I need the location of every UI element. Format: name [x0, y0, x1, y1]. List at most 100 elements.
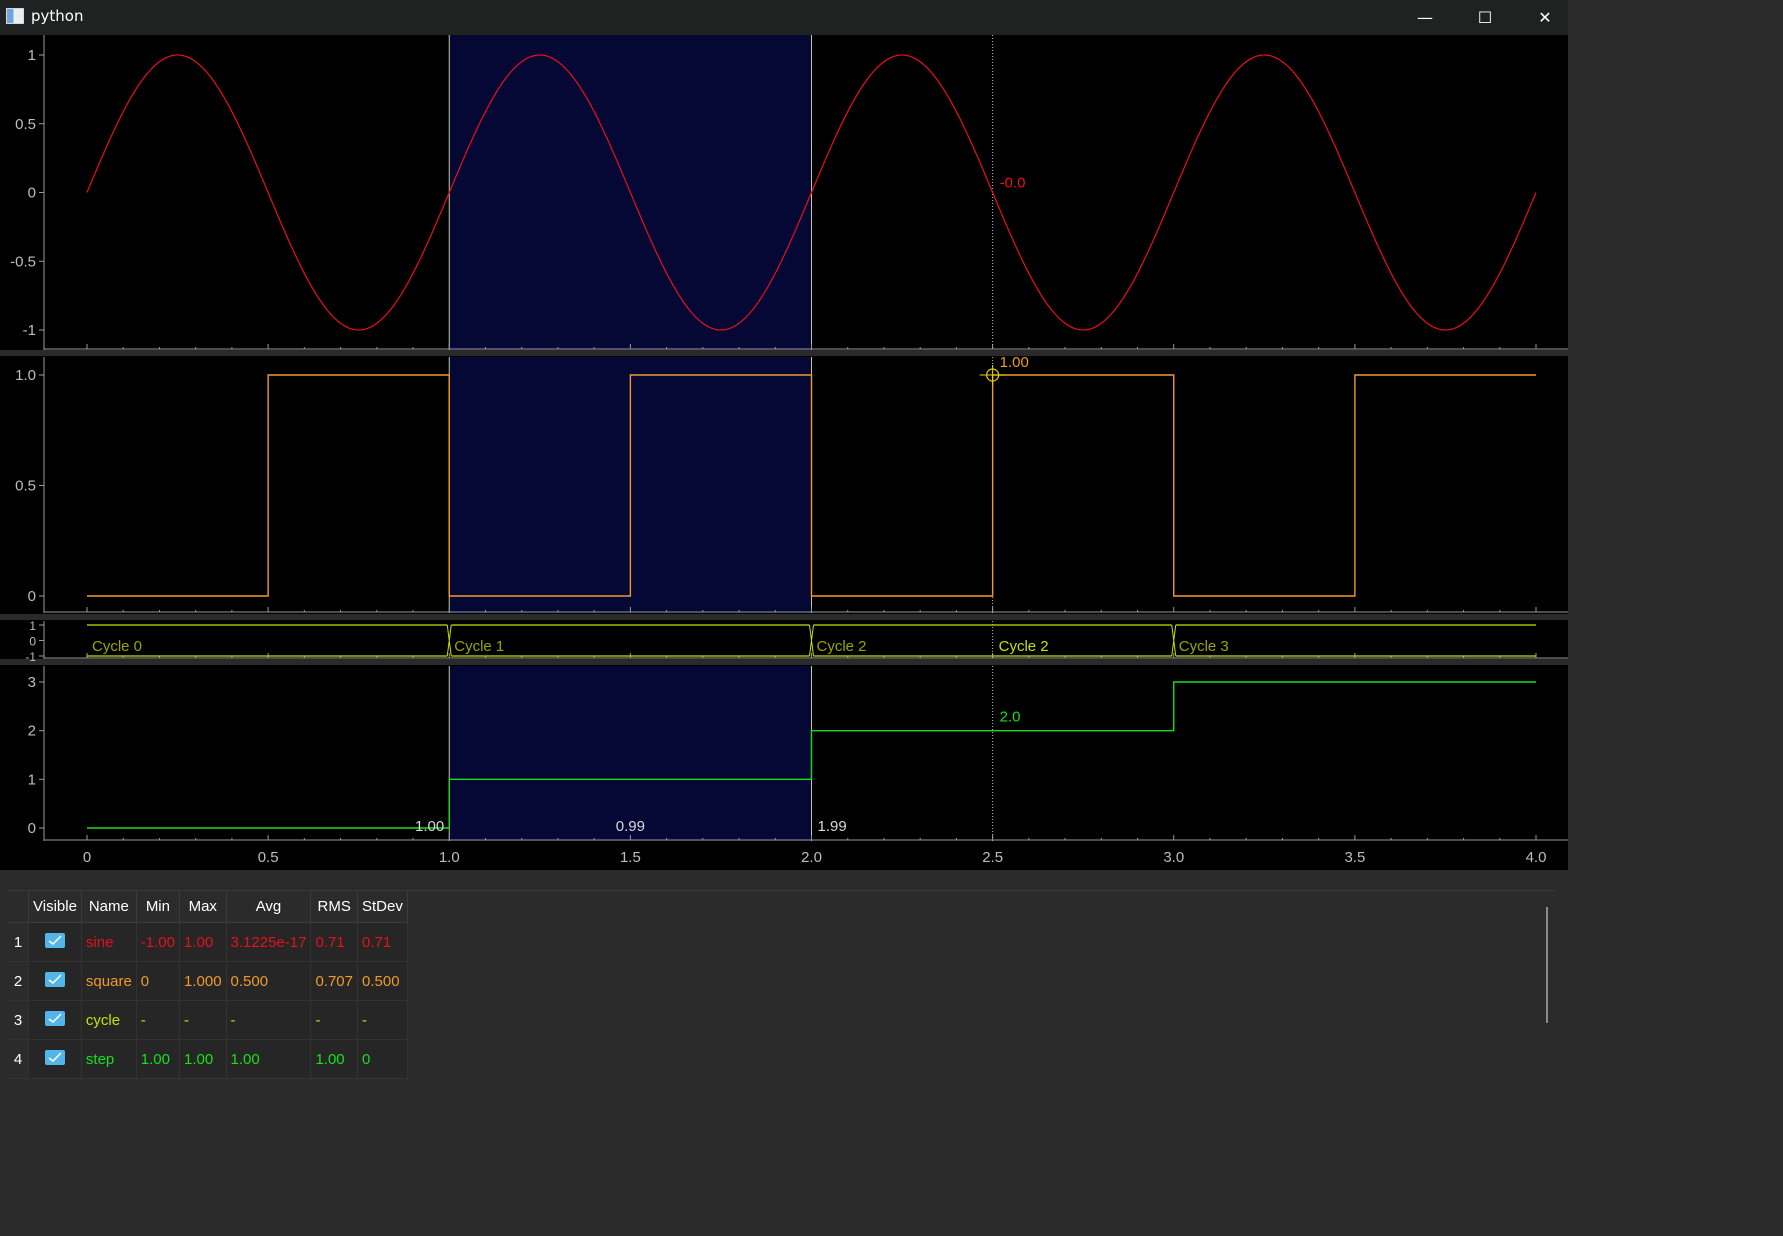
- close-button[interactable]: ✕: [1522, 0, 1568, 35]
- column-header-stdev[interactable]: StDev: [357, 891, 408, 923]
- x-tick-label: 3.5: [1344, 849, 1365, 866]
- region-measure-label: 0.99: [616, 818, 645, 835]
- cycle-boundary: [809, 624, 814, 657]
- row-number[interactable]: 4: [8, 1039, 29, 1079]
- cell-rms: 0.707: [310, 961, 358, 1001]
- plots-canvas[interactable]: -1-0.500.51-0.000.51.01.00-101Cycle 0 Cyc…: [0, 35, 1568, 870]
- x-tick-label: 2.5: [982, 849, 1003, 866]
- column-header-avg[interactable]: Avg: [226, 891, 312, 923]
- visible-cell[interactable]: [28, 1000, 82, 1040]
- y-tick-label: -1: [25, 650, 36, 664]
- y-tick-label: 3: [28, 674, 36, 691]
- table-row[interactable]: 3 cycle - - - - -: [8, 1000, 408, 1040]
- cursor-value-label: 1.00: [1000, 354, 1029, 371]
- x-tick-label: 2.0: [801, 849, 822, 866]
- cell-name: cycle: [81, 1000, 137, 1040]
- y-tick-label: 0.5: [15, 116, 36, 133]
- y-tick-label: 0: [28, 588, 36, 605]
- y-tick-label: 1: [29, 619, 36, 633]
- cell-rms: -: [310, 1000, 358, 1040]
- checkmark-icon: [48, 973, 62, 984]
- row-number[interactable]: 3: [8, 1000, 29, 1040]
- checkmark-icon: [48, 934, 62, 945]
- maximize-button[interactable]: ☐: [1462, 0, 1508, 35]
- y-tick-label: -0.5: [10, 253, 36, 270]
- table-row[interactable]: 1 sine -1.00 1.00 3.1225e-17 0.71 0.71: [8, 922, 408, 962]
- cell-stdev: 0.71: [357, 922, 408, 962]
- visible-checkbox[interactable]: [44, 971, 65, 987]
- plot-area[interactable]: -1 -0.5 0 0.5 1 -0.0 0 0.5 1.0 1.00 -1 0 1 Cycle 0 Cyc…: [0, 35, 1568, 870]
- cell-stdev: -: [357, 1000, 408, 1040]
- pane-separator: [0, 659, 1568, 665]
- visible-cell[interactable]: [28, 922, 82, 962]
- pane-separator: [0, 614, 1568, 620]
- cell-avg: -: [226, 1000, 312, 1040]
- y-tick-label: 0: [29, 635, 36, 649]
- cell-min: 0: [136, 961, 181, 1001]
- pane-cycle: -10 1 Cycle 0 Cycle 1 Cycle 2 Cycle 3 Cycle 2: [25, 619, 1568, 664]
- stats-panel: Visible Name Min Max Avg RMS StDev 1 sine -1.00 1…: [8, 890, 1556, 1079]
- pane-sine: -1 -0.5 0 0.5 1 -0.0: [10, 35, 1568, 350]
- app-window-icon: [6, 8, 24, 24]
- checkmark-icon: [48, 1012, 62, 1023]
- cell-avg: 1.00: [226, 1039, 312, 1079]
- column-header-rms[interactable]: RMS: [310, 891, 358, 923]
- visible-cell[interactable]: [28, 1039, 82, 1079]
- visible-cell[interactable]: [28, 961, 82, 1001]
- x-tick-label: 4.0: [1526, 849, 1547, 866]
- column-header-min[interactable]: Min: [136, 891, 181, 923]
- region-fill: [449, 666, 812, 841]
- column-header-name[interactable]: Name: [81, 891, 137, 923]
- cell-name: sine: [81, 922, 137, 962]
- x-tick-label: 1.0: [439, 849, 460, 866]
- y-tick-label: -1: [23, 322, 36, 339]
- cell-min: 1.00: [136, 1039, 181, 1079]
- cell-max: 1.00: [179, 1039, 227, 1079]
- x-tick-label: 1.5: [620, 849, 641, 866]
- series-square-line: [87, 374, 1536, 597]
- column-header-visible[interactable]: Visible: [28, 891, 82, 923]
- x-tick-label: 0.5: [258, 849, 279, 866]
- cycle-boundary: [1171, 624, 1177, 657]
- cursor-value-label: Cycle 2: [999, 638, 1049, 655]
- cycle-segment-label: Cycle 1: [454, 638, 504, 655]
- y-tick-label: 2: [28, 723, 36, 740]
- minimize-button[interactable]: —: [1402, 0, 1448, 35]
- cycle-segment-label: Cycle 3: [1179, 638, 1229, 655]
- cell-avg: 3.1225e-17: [226, 922, 312, 962]
- checkmark-icon: [48, 1051, 62, 1062]
- row-number[interactable]: 1: [8, 922, 29, 962]
- cell-max: 1.00: [179, 922, 227, 962]
- cell-min: -1.00: [136, 922, 181, 962]
- y-tick-label: 0.5: [15, 478, 36, 495]
- row-number[interactable]: 2: [8, 961, 29, 1001]
- title-bar: python — ☐ ✕: [0, 0, 1568, 35]
- table-row[interactable]: 4 step 1.00 1.00 1.00 1.00 0: [8, 1039, 408, 1079]
- table-scrollbar[interactable]: [1546, 907, 1548, 1023]
- pane-step: 0 1 2 3 2.0 1.00 0.99 1.99: [28, 666, 1568, 841]
- cell-min: -: [136, 1000, 181, 1040]
- cell-stdev: 0: [357, 1039, 408, 1079]
- pane-square: 0 0.5 1.0 1.00: [15, 354, 1568, 613]
- cell-rms: 0.71: [310, 922, 358, 962]
- table-header-row: Visible Name Min Max Avg RMS StDev: [8, 891, 408, 923]
- region-measure-label: 1.99: [818, 818, 847, 835]
- visible-checkbox[interactable]: [44, 1049, 65, 1065]
- table-corner[interactable]: [8, 891, 29, 923]
- visible-checkbox[interactable]: [44, 1010, 65, 1026]
- table-row[interactable]: 2 square 0 1.000 0.500 0.707 0.500: [8, 961, 408, 1001]
- pane-separator: [0, 350, 1568, 356]
- cell-avg: 0.500: [226, 961, 312, 1001]
- cell-max: 1.000: [179, 961, 227, 1001]
- y-tick-label: 0: [28, 820, 36, 837]
- y-tick-label: 1.0: [15, 367, 36, 384]
- cursor-value-label: -0.0: [1000, 175, 1026, 192]
- cycle-segment-label: Cycle 2: [817, 638, 867, 655]
- column-header-max[interactable]: Max: [179, 891, 227, 923]
- visible-checkbox[interactable]: [44, 932, 65, 948]
- y-tick-label: 0: [28, 185, 36, 202]
- cell-max: -: [179, 1000, 227, 1040]
- cell-name: square: [81, 961, 137, 1001]
- y-tick-label: 1: [28, 771, 36, 788]
- window-title: python: [31, 7, 84, 25]
